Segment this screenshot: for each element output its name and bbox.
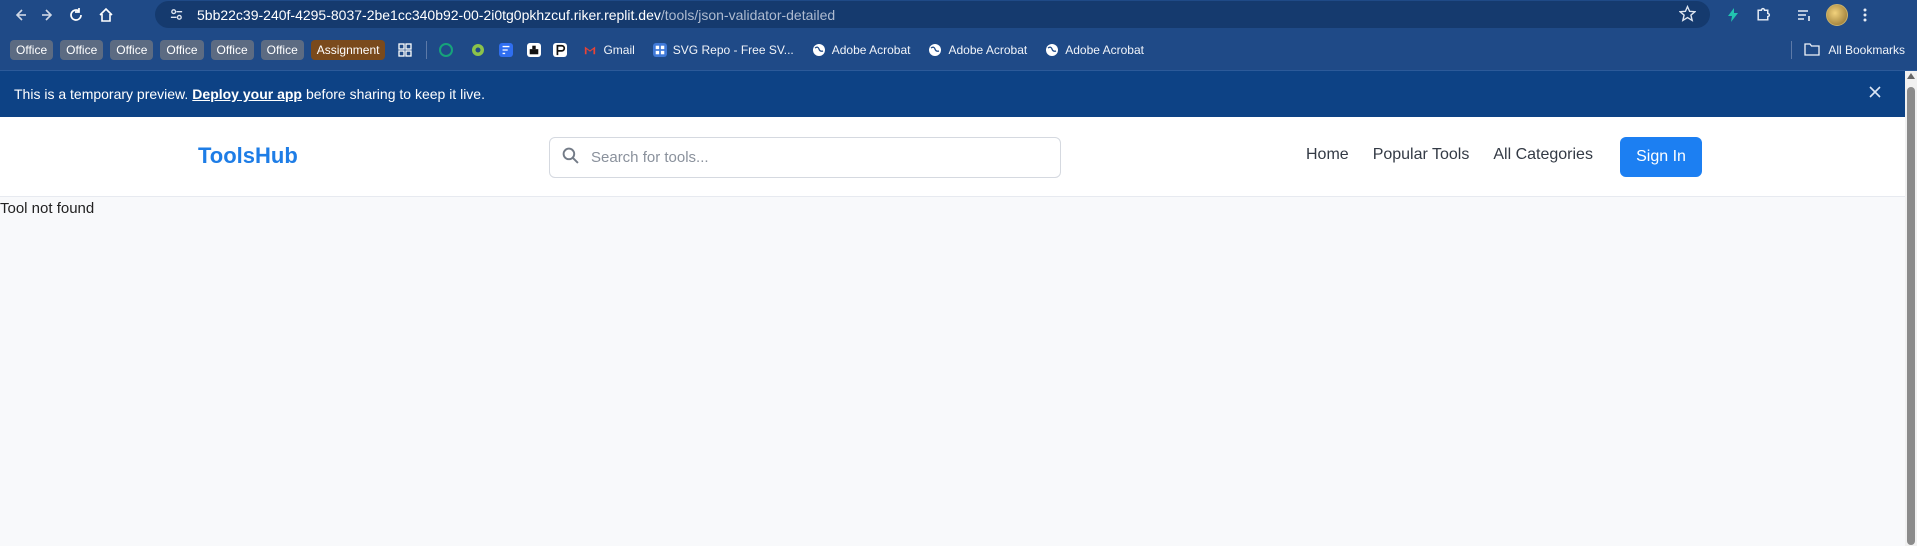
back-arrow-icon[interactable] bbox=[6, 1, 34, 29]
all-bookmarks-label: All Bookmarks bbox=[1828, 43, 1905, 57]
bookmark-label: Gmail bbox=[603, 42, 635, 57]
logo[interactable]: ToolsHub bbox=[198, 143, 298, 169]
preview-banner: This is a temporary preview. Deploy your… bbox=[0, 71, 1905, 117]
bookmark-adobe-2[interactable]: Adobe Acrobat bbox=[928, 43, 1027, 57]
bookmark-office-3[interactable]: Office bbox=[110, 39, 154, 60]
more-menu-icon[interactable] bbox=[1862, 7, 1868, 23]
bookmark-svgrepo[interactable]: SVG Repo - Free SV... bbox=[652, 42, 794, 57]
scroll-up-arrow-icon[interactable] bbox=[1907, 73, 1915, 79]
bookmark-office-2[interactable]: Office bbox=[60, 39, 104, 60]
reading-list-icon[interactable] bbox=[1796, 7, 1812, 23]
search-box[interactable] bbox=[549, 137, 1061, 178]
bookmarks-bar: Office Office Office Office Office Offic… bbox=[0, 29, 1917, 71]
nav-popular-tools[interactable]: Popular Tools bbox=[1373, 146, 1470, 164]
scroll-thumb[interactable] bbox=[1907, 87, 1915, 545]
main-nav: Home Popular Tools All Categories bbox=[1306, 146, 1593, 164]
folder-icon bbox=[1804, 42, 1820, 59]
bookmark-divider bbox=[426, 40, 428, 59]
bookmark-office-1[interactable]: Office bbox=[10, 39, 54, 60]
apps-grid-icon[interactable] bbox=[398, 42, 413, 57]
sign-in-button[interactable]: Sign In bbox=[1620, 137, 1702, 177]
url-host: 5bb22c39-240f-4295-8037-2be1cc340b92-00-… bbox=[197, 6, 661, 23]
close-icon[interactable] bbox=[1869, 85, 1881, 101]
banner-text-before: This is a temporary preview. bbox=[14, 86, 189, 102]
bookmark-office-5[interactable]: Office bbox=[210, 39, 254, 60]
bookmark-label: Adobe Acrobat bbox=[948, 42, 1028, 57]
browser-toolbar: 5bb22c39-240f-4295-8037-2be1cc340b92-00-… bbox=[0, 0, 1917, 29]
nav-all-categories[interactable]: All Categories bbox=[1493, 146, 1593, 164]
not-found-message: Tool not found bbox=[0, 200, 95, 217]
lightning-extension-icon[interactable] bbox=[1725, 7, 1741, 23]
url-path: /tools/json-validator-detailed bbox=[660, 6, 836, 23]
p-logo-icon[interactable] bbox=[553, 42, 568, 57]
gmail-icon bbox=[583, 43, 597, 57]
bookmark-assignment[interactable]: Assignment bbox=[310, 39, 386, 60]
extensions-puzzle-icon[interactable] bbox=[1755, 6, 1772, 23]
reload-icon[interactable] bbox=[62, 1, 90, 29]
forms-icon[interactable] bbox=[499, 42, 514, 57]
page-scrollbar[interactable] bbox=[1905, 71, 1917, 546]
bookmark-adobe-3[interactable]: Adobe Acrobat bbox=[1045, 43, 1144, 57]
home-icon[interactable] bbox=[92, 1, 120, 29]
stamp-icon[interactable] bbox=[527, 42, 542, 57]
app-header: ToolsHub Home Popular Tools All Categori… bbox=[0, 117, 1905, 197]
site-info-icon[interactable] bbox=[165, 5, 187, 25]
globe-icon bbox=[928, 43, 942, 57]
profile-avatar[interactable] bbox=[1826, 3, 1848, 26]
bookmark-label: Adobe Acrobat bbox=[831, 42, 911, 57]
bookmark-divider bbox=[1791, 41, 1793, 59]
bookmark-label: Adobe Acrobat bbox=[1065, 42, 1144, 57]
deploy-app-link[interactable]: Deploy your app bbox=[192, 86, 302, 102]
forward-arrow-icon[interactable] bbox=[34, 1, 62, 29]
address-bar[interactable]: 5bb22c39-240f-4295-8037-2be1cc340b92-00-… bbox=[155, 1, 1710, 28]
search-input[interactable] bbox=[591, 149, 1031, 166]
nav-home[interactable]: Home bbox=[1306, 146, 1349, 164]
banner-text-after: before sharing to keep it live. bbox=[305, 86, 485, 102]
bookmark-gmail[interactable]: Gmail bbox=[583, 42, 635, 57]
green-circle-icon[interactable] bbox=[439, 42, 454, 57]
globe-icon bbox=[1045, 43, 1059, 57]
bookmark-adobe-1[interactable]: Adobe Acrobat bbox=[812, 42, 911, 57]
bookmark-office-6[interactable]: Office bbox=[260, 39, 304, 60]
globe-icon bbox=[812, 43, 826, 57]
svgrepo-icon bbox=[652, 42, 667, 57]
search-icon bbox=[562, 147, 579, 169]
bookmark-label: SVG Repo - Free SV... bbox=[672, 42, 794, 57]
bookmark-office-4[interactable]: Office bbox=[160, 39, 204, 60]
target-icon[interactable] bbox=[471, 43, 485, 57]
bookmark-star-icon[interactable] bbox=[1678, 4, 1697, 27]
all-bookmarks-button[interactable]: All Bookmarks bbox=[1791, 29, 1905, 71]
